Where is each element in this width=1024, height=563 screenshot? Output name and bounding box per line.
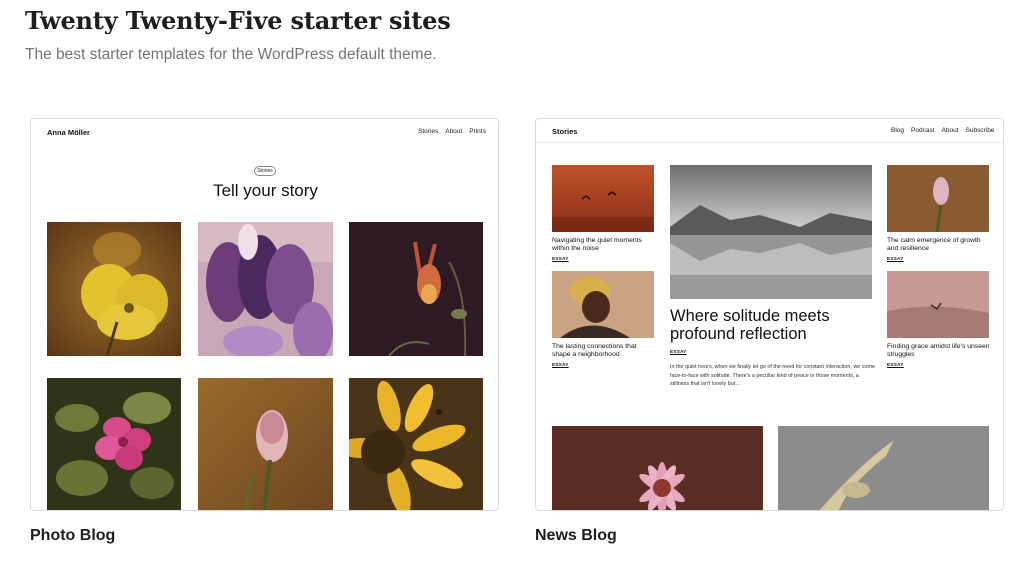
site-name: Stories [552, 127, 578, 136]
post-title: The lasting connections that shape a nei… [552, 343, 637, 358]
sunflower-photo [349, 378, 483, 510]
feature-excerpt: In the quiet hours, when we finally let … [670, 364, 875, 388]
feature-title: Where solitude meets profound reflection [670, 307, 830, 343]
post-title: The calm emergence of growth and resilie… [887, 237, 981, 252]
nav-item-about: About [445, 128, 463, 135]
hero-title: Tell your story [213, 181, 318, 200]
nav-item-stories: Stories [418, 128, 439, 135]
news-blog-caption: News Blog [535, 527, 617, 544]
post-title: Finding grace amidst life's unseen strug… [887, 343, 990, 358]
page-subtitle: The best starter templates for the WordP… [25, 46, 437, 63]
nav-item-podcast: Podcast [911, 127, 935, 134]
photo-blog-caption: Photo Blog [30, 527, 116, 544]
news-blog-card[interactable]: Stories Blog Podcast About Subscribe Nav… [535, 118, 1004, 511]
page-title: Twenty Twenty-Five starter sites [25, 6, 451, 35]
site-name: Anna Möller [47, 128, 90, 137]
feature-tag: ESSAY [670, 349, 687, 354]
post-tag: ESSAY [887, 362, 904, 367]
nav-item-about: About [941, 127, 959, 134]
pink-bud-photo [887, 165, 989, 232]
pink-flower-photo [47, 378, 181, 510]
columbine-flower-photo [349, 222, 483, 356]
nav-item-blog: Blog [891, 127, 905, 134]
post-title: Navigating the quiet moments within the … [552, 237, 642, 252]
photo-blog-card[interactable]: Anna Möller Stories About Prints Stories… [30, 118, 499, 511]
yellow-flower-photo [47, 222, 181, 356]
post-tag: ESSAY [552, 256, 569, 261]
heron-wetland-photo [887, 271, 989, 338]
purple-lupine-photo [198, 222, 333, 356]
site-nav: Blog Podcast About Subscribe [891, 127, 994, 134]
seagull-photo [778, 426, 989, 510]
header-divider [536, 142, 1003, 143]
daisy-photo [552, 426, 763, 510]
nav-item-prints: Prints [469, 128, 486, 135]
site-nav: Stories About Prints [418, 128, 486, 135]
woman-portrait-photo [552, 271, 654, 338]
birds-sunset-photo [552, 165, 654, 232]
pink-bud-photo [198, 378, 333, 510]
category-pill: Stories [254, 166, 276, 176]
post-tag: ESSAY [887, 256, 904, 261]
lake-mountains-photo [670, 165, 872, 299]
nav-item-subscribe: Subscribe [965, 127, 995, 134]
post-tag: ESSAY [552, 362, 569, 367]
